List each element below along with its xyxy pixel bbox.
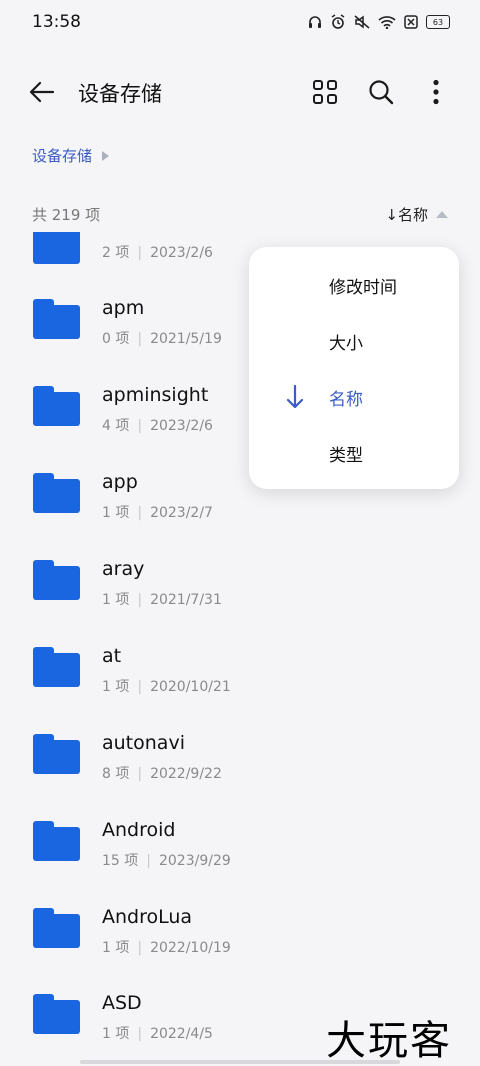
more-vert-icon xyxy=(433,79,439,105)
sort-option-type[interactable]: 类型 xyxy=(249,427,459,479)
sort-menu: 修改时间 大小 名称 类型 xyxy=(249,247,459,489)
folder-icon xyxy=(33,299,80,339)
app-bar: 设备存储 xyxy=(0,60,480,124)
list-header: 共 219 项 ↓名称 xyxy=(32,204,448,225)
scroll-indicator xyxy=(80,1060,400,1064)
more-options-button[interactable] xyxy=(422,78,450,106)
file-name: aray xyxy=(102,558,145,580)
list-item[interactable]: autonavi 8 项 | 2022/9/22 xyxy=(0,728,480,814)
file-meta: 2 项 | 2023/2/6 xyxy=(102,245,213,261)
back-button[interactable] xyxy=(28,78,56,106)
watermark: 大玩客 xyxy=(326,1018,452,1064)
sort-option-label: 类型 xyxy=(329,446,363,466)
file-meta: 1 项 | 2020/10/21 xyxy=(102,679,231,695)
file-name: AndroLua xyxy=(102,906,193,928)
sort-option-label: 修改时间 xyxy=(329,278,397,298)
sort-label: ↓名称 xyxy=(385,206,428,224)
search-icon xyxy=(369,80,394,105)
folder-icon xyxy=(33,908,80,948)
list-item[interactable]: aray 1 项 | 2021/7/31 xyxy=(0,554,480,640)
file-name: apm xyxy=(102,297,145,319)
folder-icon xyxy=(33,386,80,426)
mute-icon xyxy=(353,14,371,30)
sort-option-label: 名称 xyxy=(329,390,363,410)
file-meta: 1 项 | 2021/7/31 xyxy=(102,592,222,608)
status-bar: 13:58 63 xyxy=(0,0,480,44)
headset-icon xyxy=(307,14,323,30)
folder-icon xyxy=(33,821,80,861)
page-title: 设备存储 xyxy=(78,82,162,106)
list-item[interactable]: Android 15 项 | 2023/9/29 xyxy=(0,815,480,901)
folder-icon xyxy=(33,734,80,774)
arrow-down-icon xyxy=(285,383,305,411)
sort-option-name[interactable]: 名称 xyxy=(249,371,459,423)
list-item[interactable]: at 1 项 | 2020/10/21 xyxy=(0,641,480,727)
caret-up-icon xyxy=(436,211,448,218)
breadcrumb-item[interactable]: 设备存储 xyxy=(32,145,92,166)
file-name: autonavi xyxy=(102,732,185,754)
folder-icon xyxy=(33,647,80,687)
file-name: apminsight xyxy=(102,384,209,406)
status-time: 13:58 xyxy=(32,12,81,32)
file-meta: 0 项 | 2021/5/19 xyxy=(102,331,222,347)
folder-icon xyxy=(33,994,80,1034)
file-meta: 8 项 | 2022/9/22 xyxy=(102,766,222,782)
folder-icon xyxy=(33,232,80,264)
file-name: app xyxy=(102,471,138,493)
grid-view-icon xyxy=(313,80,337,104)
no-sim-icon xyxy=(403,14,419,30)
file-meta: 1 项 | 2022/4/5 xyxy=(102,1026,213,1042)
file-meta: 1 项 | 2023/2/7 xyxy=(102,505,213,521)
wifi-icon xyxy=(378,15,396,29)
breadcrumb: 设备存储 xyxy=(32,145,110,166)
battery-icon: 63 xyxy=(426,15,450,29)
file-name: Android xyxy=(102,819,176,841)
folder-icon xyxy=(33,473,80,513)
sort-button[interactable]: ↓名称 xyxy=(385,204,448,225)
search-button[interactable] xyxy=(367,78,395,106)
sort-option-modified-time[interactable]: 修改时间 xyxy=(249,259,459,311)
file-meta: 4 项 | 2023/2/6 xyxy=(102,418,213,434)
arrow-left-icon xyxy=(29,81,55,103)
list-item[interactable]: AndroLua 1 项 | 2022/10/19 xyxy=(0,902,480,988)
sort-option-size[interactable]: 大小 xyxy=(249,315,459,367)
item-count: 共 219 项 xyxy=(32,206,101,224)
folder-icon xyxy=(33,560,80,600)
file-name: at xyxy=(102,645,122,667)
status-icons: 63 xyxy=(307,14,450,30)
grid-view-button[interactable] xyxy=(311,78,339,106)
file-meta: 15 项 | 2023/9/29 xyxy=(102,853,231,869)
alarm-icon xyxy=(330,14,346,30)
file-meta: 1 项 | 2022/10/19 xyxy=(102,940,231,956)
sort-option-label: 大小 xyxy=(329,334,363,354)
chevron-right-icon xyxy=(102,150,110,161)
file-name: ASD xyxy=(102,992,142,1014)
